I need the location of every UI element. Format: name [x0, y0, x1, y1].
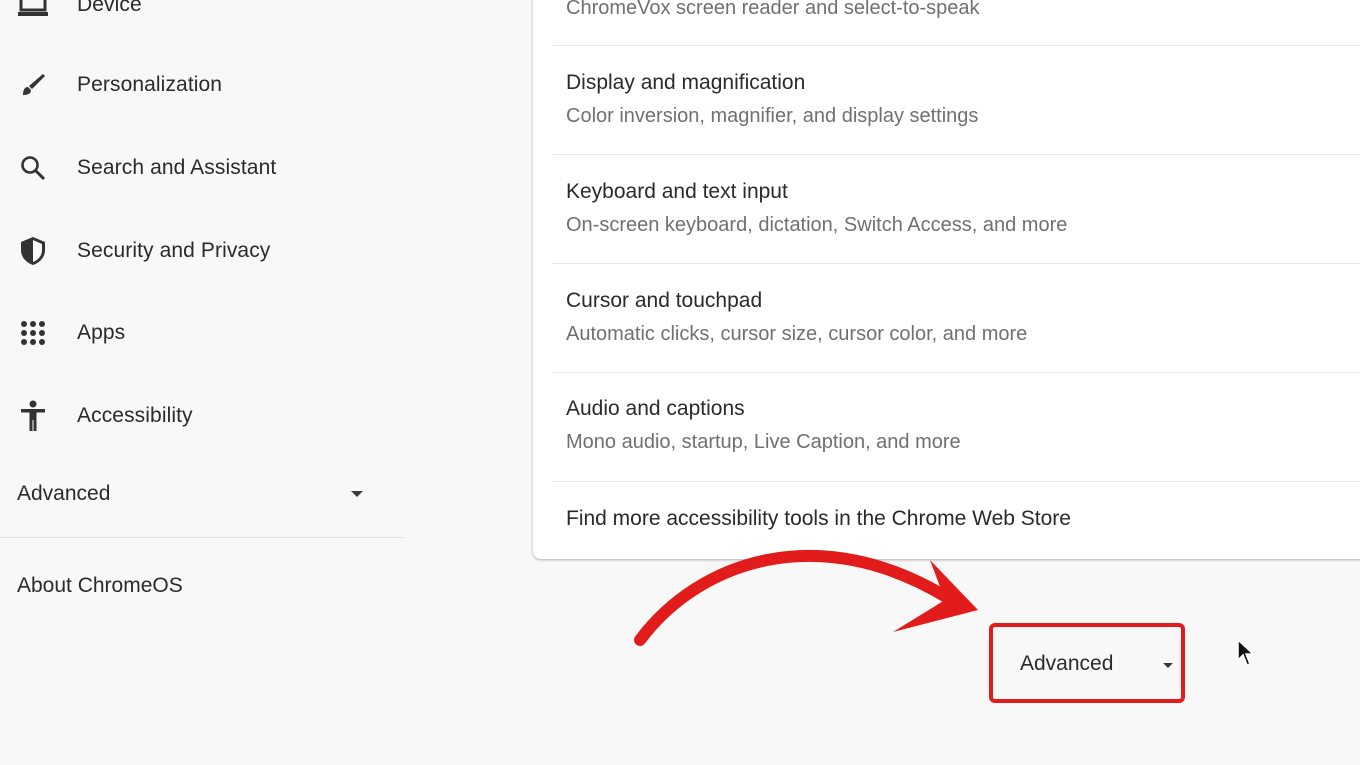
sidebar-item-label: Search and Assistant — [77, 156, 277, 179]
row-title: Cursor and touchpad — [566, 289, 763, 312]
sidebar-item-label: Security and Privacy — [77, 239, 271, 262]
sidebar-item-security-privacy[interactable]: Security and Privacy — [0, 221, 405, 281]
chrome-web-store-link[interactable]: Find more accessibility tools in the Chr… — [533, 482, 1360, 559]
row-subtitle: Automatic clicks, cursor size, cursor co… — [566, 323, 1028, 345]
apps-grid-icon — [17, 317, 49, 349]
accessibility-icon — [17, 400, 49, 432]
row-cursor-touchpad[interactable]: Cursor and touchpad Automatic clicks, cu… — [533, 264, 1360, 372]
row-subtitle: Color inversion, magnifier, and display … — [566, 105, 979, 127]
sidebar-advanced-toggle[interactable]: Advanced — [0, 466, 385, 522]
row-display-magnification[interactable]: Display and magnification Color inversio… — [533, 46, 1360, 154]
advanced-button[interactable]: Advanced — [1002, 637, 1178, 691]
row-subtitle: Mono audio, startup, Live Caption, and m… — [566, 431, 961, 453]
row-title: Display and magnification — [566, 71, 806, 94]
row-audio-captions[interactable]: Audio and captions Mono audio, startup, … — [533, 373, 1360, 481]
row-keyboard-text-input[interactable]: Keyboard and text input On-screen keyboa… — [533, 155, 1360, 263]
chevron-down-icon — [1163, 663, 1173, 668]
row-title: Audio and captions — [566, 397, 745, 420]
sidebar-item-about-chromeos[interactable]: About ChromeOS — [17, 574, 183, 598]
search-icon — [17, 152, 49, 184]
laptop-icon — [17, 0, 49, 21]
row-subtitle: On-screen keyboard, dictation, Switch Ac… — [566, 214, 1068, 236]
row-subtitle: ChromeVox screen reader and select-to-sp… — [566, 0, 980, 19]
sidebar-item-label: Personalization — [77, 73, 223, 96]
brush-icon — [17, 69, 49, 101]
shield-icon — [17, 235, 49, 267]
sidebar: Device Personalization Search and Assist… — [0, 0, 405, 765]
sidebar-advanced-label: Advanced — [17, 482, 111, 505]
mouse-pointer-icon — [1237, 639, 1255, 666]
row-title: Keyboard and text input — [566, 180, 788, 203]
chevron-down-icon — [351, 491, 363, 497]
sidebar-item-label: Apps — [77, 321, 126, 344]
sidebar-item-label: Accessibility — [77, 404, 193, 427]
sidebar-item-accessibility[interactable]: Accessibility — [0, 386, 405, 446]
sidebar-item-personalization[interactable]: Personalization — [0, 55, 405, 115]
advanced-button-label: Advanced — [1020, 652, 1114, 675]
sidebar-item-device[interactable]: Device — [0, 0, 405, 35]
sidebar-item-apps[interactable]: Apps — [0, 303, 405, 363]
accessibility-settings-card: ChromeVox screen reader and select-to-sp… — [533, 0, 1360, 559]
web-store-link-label: Find more accessibility tools in the Chr… — [566, 507, 1071, 530]
sidebar-item-search-assistant[interactable]: Search and Assistant — [0, 138, 405, 198]
sidebar-divider — [0, 537, 403, 538]
sidebar-item-label: Device — [77, 0, 142, 16]
row-text-to-speech[interactable]: ChromeVox screen reader and select-to-sp… — [533, 0, 1360, 45]
